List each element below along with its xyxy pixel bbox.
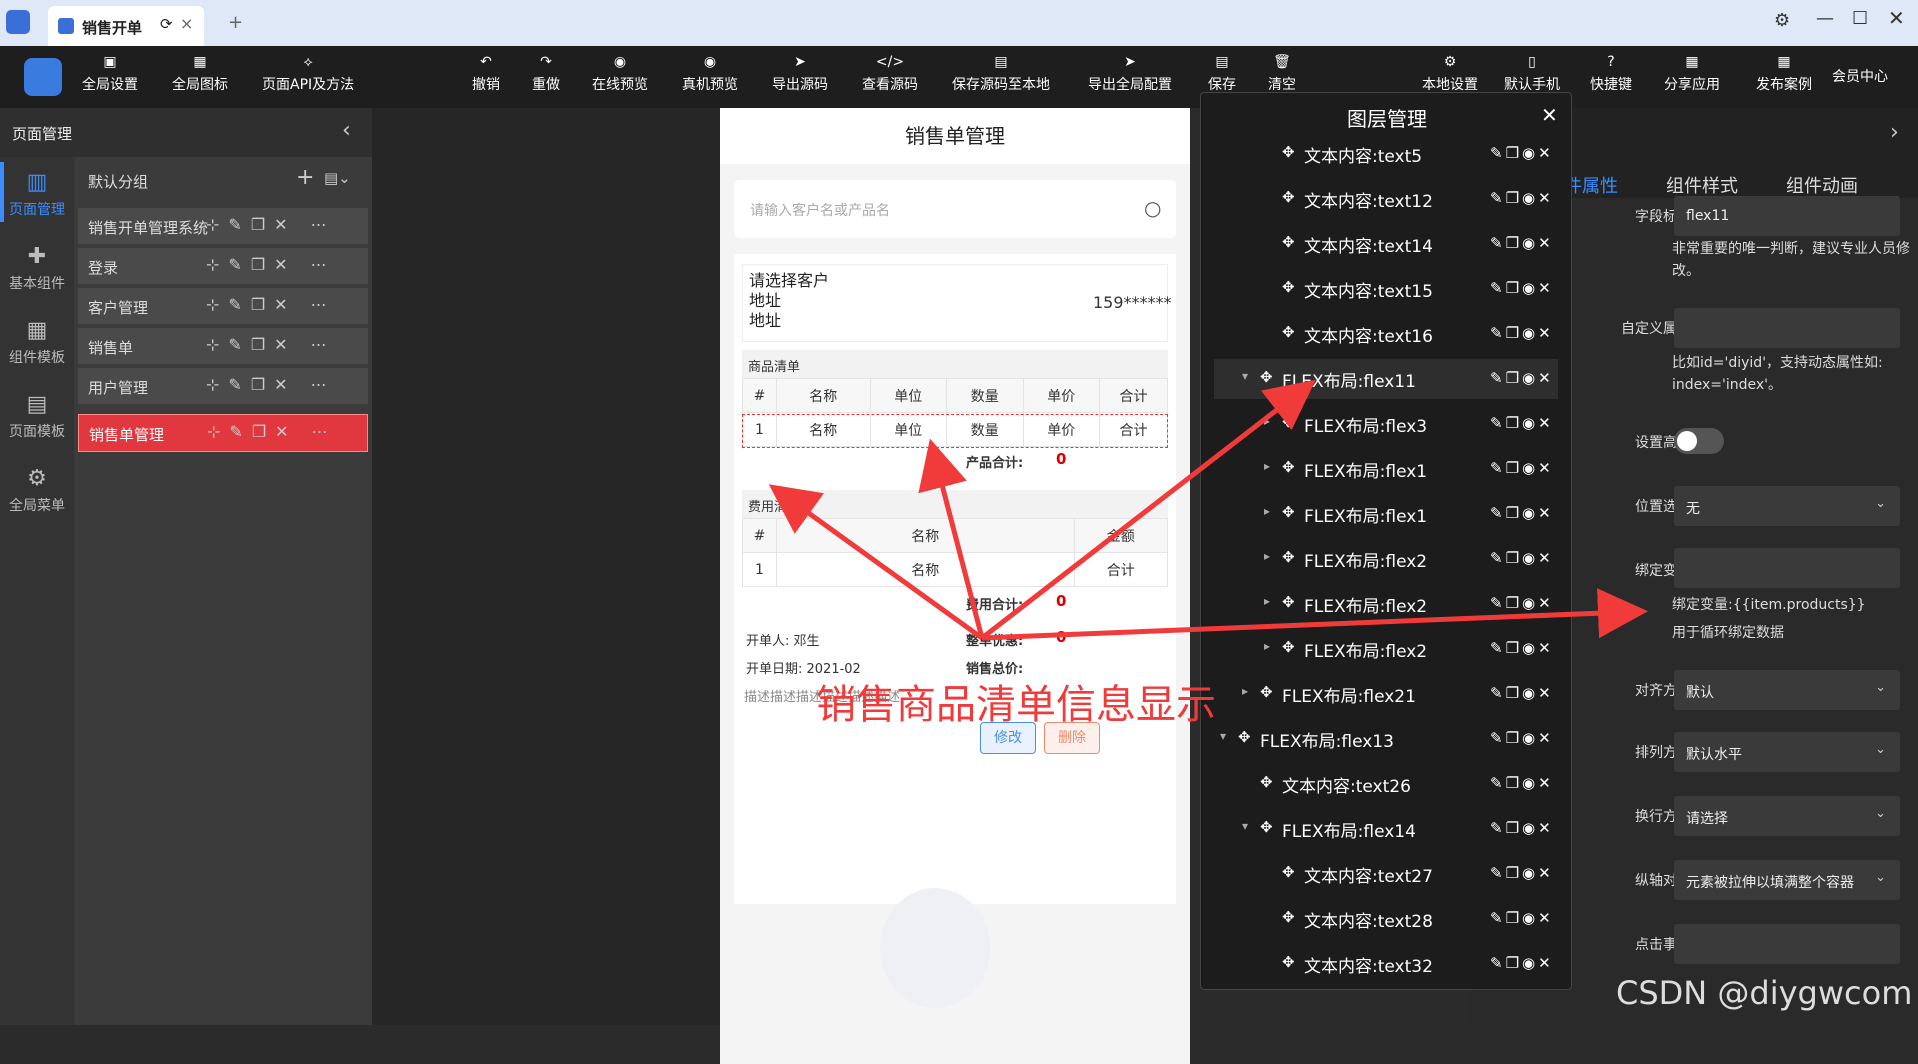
annotation-arrows	[768, 379, 1648, 641]
arrow-to-bind	[981, 588, 1648, 641]
annotation-label: 销售商品清单信息显示	[816, 682, 1216, 728]
watermark: CSDN @diygwcom	[1616, 974, 1913, 1012]
arrow-to-layer	[980, 379, 1316, 640]
